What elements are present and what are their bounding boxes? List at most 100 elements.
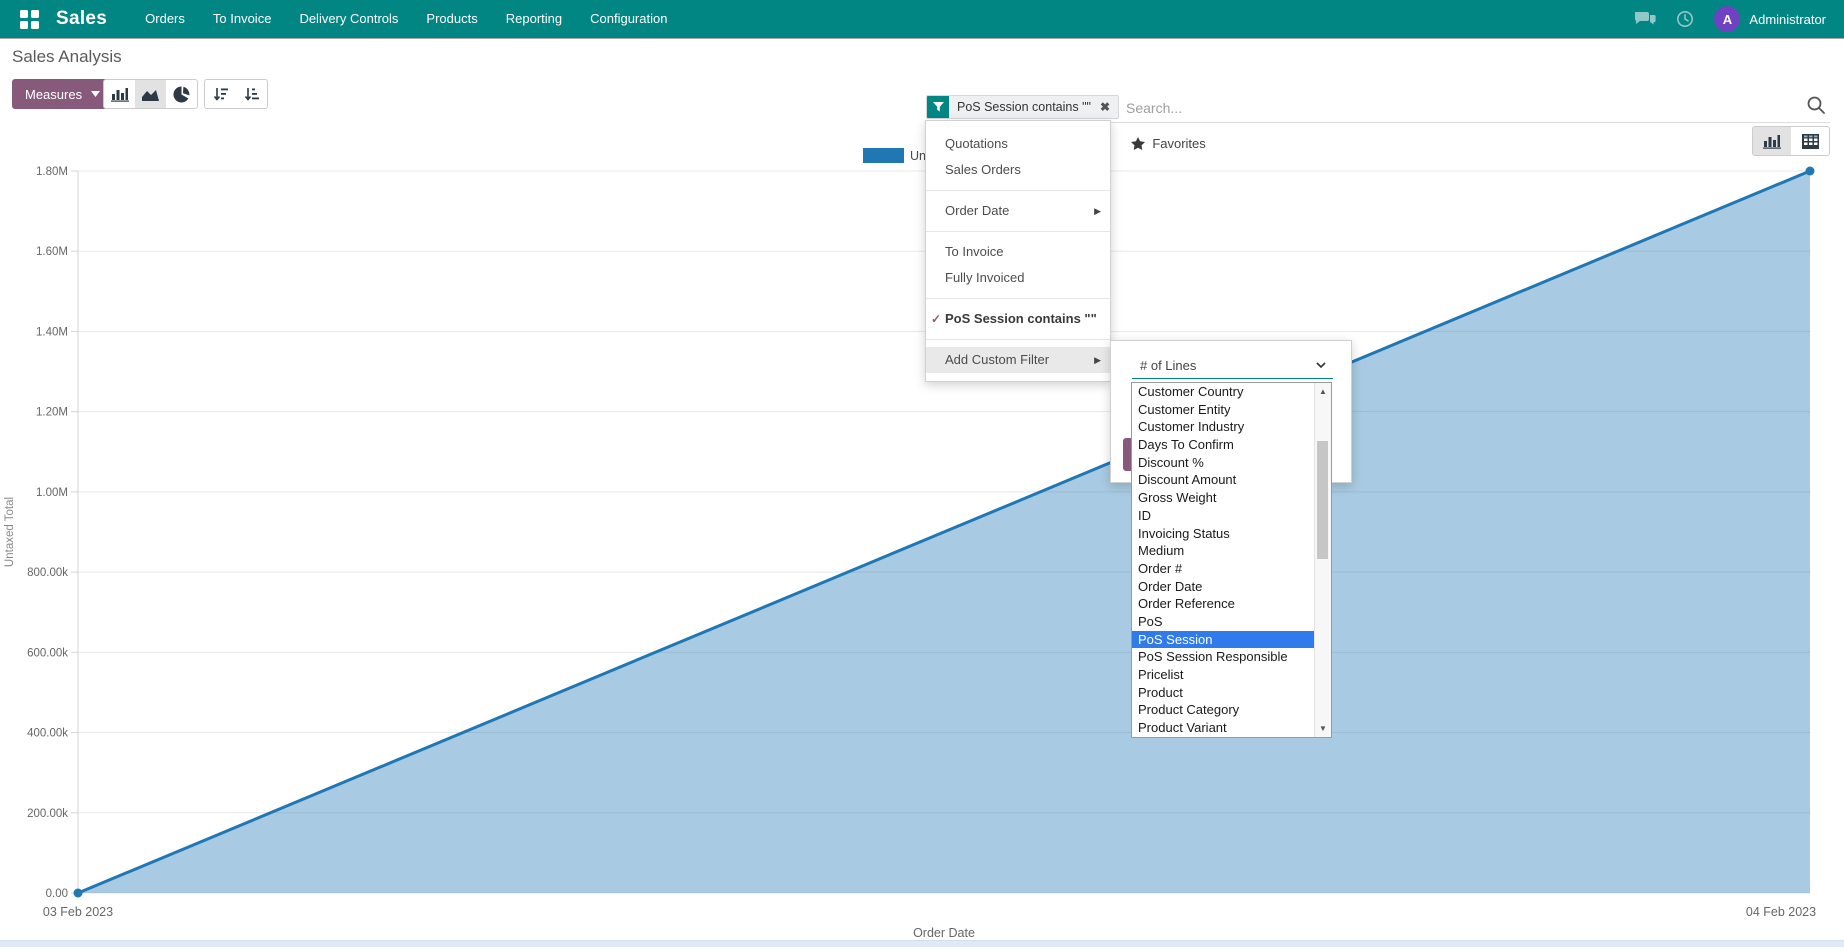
field-option-id[interactable]: ID <box>1132 507 1315 525</box>
user-name[interactable]: Administrator <box>1749 12 1826 27</box>
pivot-view-icon <box>1802 134 1819 149</box>
chevron-down-icon <box>1316 362 1326 368</box>
y-tick-label: 1.40M <box>36 326 68 338</box>
menu-divider <box>926 298 1110 299</box>
field-option-product[interactable]: Product <box>1132 684 1315 702</box>
nav-item-to-invoice[interactable]: To Invoice <box>199 0 286 38</box>
view-switcher <box>1752 126 1830 156</box>
field-option-customer-country[interactable]: Customer Country <box>1132 383 1315 401</box>
field-option-product-category[interactable]: Product Category <box>1132 701 1315 719</box>
y-tick-label: 0.00 <box>46 888 68 900</box>
menu-item-add-custom-filter[interactable]: Add Custom Filter ▶ <box>926 347 1110 373</box>
measures-button[interactable]: Measures <box>12 79 113 109</box>
menu-item-sales-orders[interactable]: Sales Orders <box>926 157 1110 183</box>
navbar-menu: OrdersTo InvoiceDelivery ControlsProduct… <box>131 0 681 38</box>
field-option-customer-industry[interactable]: Customer Industry <box>1132 418 1315 436</box>
facet-label: PoS Session contains "" <box>949 96 1098 118</box>
submenu-arrow-icon: ▶ <box>1094 198 1101 224</box>
menu-item-label: PoS Session contains "" <box>945 311 1097 326</box>
page-title: Sales Analysis <box>12 47 122 67</box>
field-option-customer-entity[interactable]: Customer Entity <box>1132 401 1315 419</box>
field-option-order-reference[interactable]: Order Reference <box>1132 595 1315 613</box>
field-option-pricelist[interactable]: Pricelist <box>1132 666 1315 684</box>
menu-item-label: Fully Invoiced <box>945 270 1024 285</box>
activities-clock-icon[interactable] <box>1676 10 1694 28</box>
search-icon[interactable] <box>1806 95 1826 120</box>
field-option-gross-weight[interactable]: Gross Weight <box>1132 489 1315 507</box>
field-option-medium[interactable]: Medium <box>1132 542 1315 560</box>
menu-item-label: Quotations <box>945 136 1008 151</box>
field-option-product-variant[interactable]: Product Variant <box>1132 719 1315 737</box>
scrollbar-thumb[interactable] <box>1317 441 1328 559</box>
y-tick-label: 1.80M <box>36 166 68 178</box>
data-point-start[interactable] <box>74 889 83 898</box>
menu-item-quotations[interactable]: Quotations <box>926 131 1110 157</box>
avatar-initial: A <box>1723 12 1732 27</box>
data-point-end[interactable] <box>1806 167 1815 176</box>
field-option-invoicing-status[interactable]: Invoicing Status <box>1132 525 1315 543</box>
legend-swatch[interactable] <box>863 148 904 163</box>
app-brand[interactable]: Sales <box>56 8 107 30</box>
bar-chart-icon <box>111 86 129 102</box>
messages-icon[interactable] <box>1634 11 1656 27</box>
horizontal-scrollbar[interactable] <box>0 940 1844 947</box>
field-option-order-date[interactable]: Order Date <box>1132 578 1315 596</box>
chart-region: 0.00200.00k400.00k600.00k800.00k1.00M1.2… <box>0 125 1844 947</box>
field-option-discount[interactable]: Discount % <box>1132 454 1315 472</box>
sort-desc-button[interactable] <box>205 80 236 108</box>
field-option-pos-session[interactable]: PoS Session <box>1132 631 1315 649</box>
menu-item-pos-session-contains[interactable]: ✓PoS Session contains "" <box>926 306 1110 332</box>
field-option-pos-session-responsible[interactable]: PoS Session Responsible <box>1132 648 1315 666</box>
nav-item-products[interactable]: Products <box>412 0 491 38</box>
custom-filter-field-select[interactable]: # of Lines <box>1132 352 1333 379</box>
pie-chart-icon <box>173 86 190 103</box>
search-input[interactable] <box>1124 94 1768 122</box>
x-tick-label: 04 Feb 2023 <box>1746 905 1816 919</box>
apps-grid-icon[interactable] <box>20 10 39 29</box>
menu-item-order-date[interactable]: Order Date ▶ <box>926 198 1110 224</box>
area-chart-icon <box>141 87 160 102</box>
favorites-button[interactable]: Favorites <box>1119 128 1217 158</box>
sort-asc-icon <box>244 87 260 102</box>
graph-view-button[interactable] <box>1753 127 1791 155</box>
field-option-discount-amount[interactable]: Discount Amount <box>1132 471 1315 489</box>
pie-chart-button[interactable] <box>166 80 197 108</box>
menu-item-label: Add Custom Filter <box>945 352 1049 367</box>
field-option-days-to-confirm[interactable]: Days To Confirm <box>1132 436 1315 454</box>
y-tick-label: 1.00M <box>36 487 68 499</box>
sort-asc-button[interactable] <box>236 80 267 108</box>
menu-item-label: Order Date <box>945 203 1009 218</box>
bar-chart-button[interactable] <box>104 80 135 108</box>
area-chart-button[interactable] <box>135 80 166 108</box>
nav-item-reporting[interactable]: Reporting <box>492 0 576 38</box>
facet-filter-icon <box>927 96 949 118</box>
favorites-label: Favorites <box>1152 136 1205 151</box>
field-option-order[interactable]: Order # <box>1132 560 1315 578</box>
nav-item-delivery-controls[interactable]: Delivery Controls <box>285 0 412 38</box>
selected-field-label: # of Lines <box>1140 358 1196 373</box>
listbox-scrollbar[interactable]: ▲ ▼ <box>1314 383 1331 737</box>
field-select-listbox: Customer CountryCustomer EntityCustomer … <box>1131 382 1332 738</box>
user-avatar[interactable]: A <box>1714 6 1740 32</box>
menu-item-fully-invoiced[interactable]: Fully Invoiced <box>926 265 1110 291</box>
y-tick-label: 800.00k <box>27 567 68 579</box>
menu-item-label: Sales Orders <box>945 162 1021 177</box>
nav-item-orders[interactable]: Orders <box>131 0 199 38</box>
scroll-down-icon[interactable]: ▼ <box>1315 724 1331 733</box>
menu-item-to-invoice[interactable]: To Invoice <box>926 239 1110 265</box>
submenu-arrow-icon: ▶ <box>1094 347 1101 373</box>
pivot-view-button[interactable] <box>1791 127 1829 155</box>
menu-divider <box>926 339 1110 340</box>
field-option-pos[interactable]: PoS <box>1132 613 1315 631</box>
nav-item-configuration[interactable]: Configuration <box>576 0 681 38</box>
y-tick-label: 200.00k <box>27 808 68 820</box>
facet-close-icon[interactable]: ✖ <box>1098 96 1118 118</box>
search-facet: PoS Session contains "" ✖ <box>926 95 1119 119</box>
x-tick-label: 03 Feb 2023 <box>43 905 113 919</box>
menu-divider <box>926 231 1110 232</box>
sort-group <box>204 79 268 109</box>
scroll-up-icon[interactable]: ▲ <box>1315 387 1331 396</box>
y-tick-label: 1.60M <box>36 246 68 258</box>
navbar-right: A Administrator <box>1634 6 1826 32</box>
menu-item-label: To Invoice <box>945 244 1004 259</box>
